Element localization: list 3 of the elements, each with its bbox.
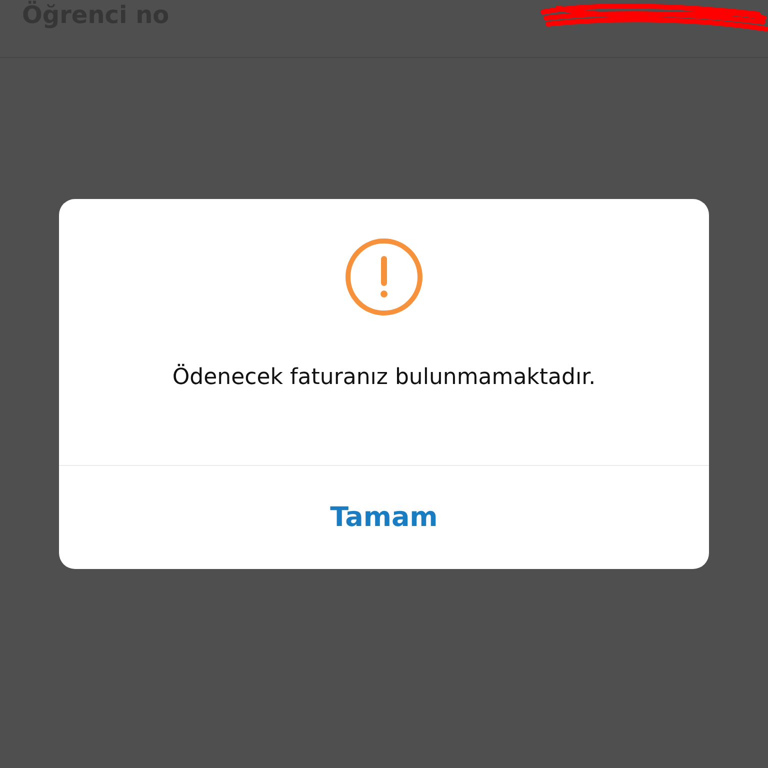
warning-icon — [344, 237, 424, 317]
dialog-message: Ödenecek faturanız bulunmamaktadır. — [172, 365, 596, 390]
ok-button[interactable]: Tamam — [318, 496, 450, 539]
